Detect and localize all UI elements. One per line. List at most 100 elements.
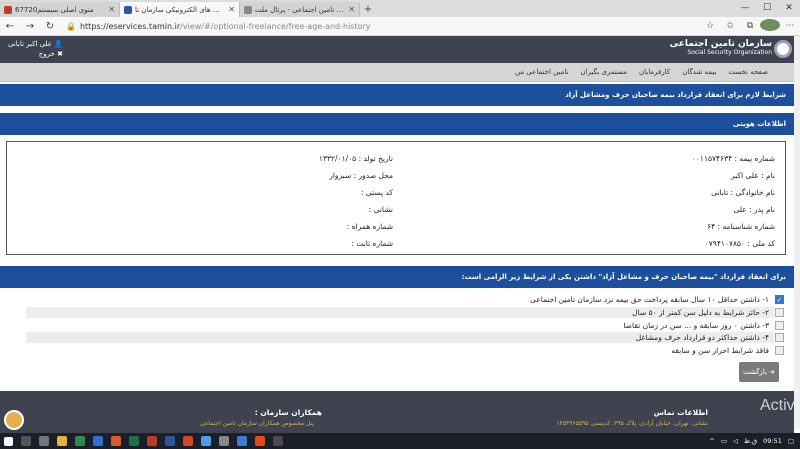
checkbox[interactable] (775, 333, 784, 342)
network-icon[interactable]: ▭ (721, 437, 727, 445)
browser-tab-3[interactable]: سازمان تامین اجتماعی - پرتال ملت ✕ (240, 2, 360, 17)
url-host: https://eservices.tamin.ir (79, 21, 181, 31)
checkbox[interactable] (775, 308, 784, 317)
more-menu-icon[interactable]: ⋯ (780, 21, 800, 31)
minimize-window-icon[interactable]: — (734, 0, 756, 17)
app-icon[interactable] (219, 436, 229, 446)
keyboard-language[interactable]: ق.ظ (744, 437, 757, 445)
address: نشانی : (368, 205, 393, 214)
browser-tabbar: منوی اصلی سیستم67720 ✕ سرویس های الکترون… (0, 0, 800, 17)
conditions-section-title: برای انعقاد قرارداد "بیمه صاحبان حرف و م… (0, 266, 794, 288)
condition-label: ۴- داشتن حداکثر دو قرارداد حرف ومشاغل (635, 333, 769, 342)
back-arrow-icon[interactable]: ← (0, 21, 20, 32)
app-icon[interactable] (255, 436, 265, 446)
close-icon: ✖ (57, 50, 63, 58)
word-icon[interactable] (165, 436, 175, 446)
phone-number: شماره ثابت : (351, 239, 393, 248)
first-name: نام : علی اکبر (731, 171, 775, 180)
condition-label: ۲- حائز شرایط به دلیل سن کمتر از ۵۰ سال (632, 308, 769, 317)
issue-place: محل صدور : سبزوار (329, 171, 393, 180)
user-box: 👤 علی اکبر تابانی ✖ خروج (8, 39, 63, 59)
tab-title: سرویس های الکترونیکی سازمان تا (135, 5, 225, 14)
edge-browser-icon[interactable] (93, 436, 103, 446)
app-icon[interactable] (237, 436, 247, 446)
site-header: 👤 علی اکبر تابانی ✖ خروج سازمان تامین اج… (0, 36, 800, 63)
menu-item-home[interactable]: صفحه نخست (728, 63, 768, 81)
close-window-icon[interactable]: ✕ (778, 0, 800, 17)
logout-link[interactable]: ✖ خروج (8, 49, 63, 59)
support-chat-icon[interactable] (4, 410, 24, 430)
contact-text: نشانی: تهران، خیابان آزادی، پلاک ۳۹۵، کد… (556, 420, 708, 427)
insurance-number: شماره بیمه : ۰۰۱۱۵۷۴۶۳۴ (691, 154, 775, 163)
tab-title: منوی اصلی سیستم67720 (15, 5, 94, 14)
org-logo-icon[interactable] (774, 40, 792, 58)
tab-favicon-icon (244, 5, 252, 14)
checkbox[interactable] (775, 346, 784, 355)
org-name-en: Social Security Organization (687, 49, 772, 56)
new-tab-button[interactable]: + (360, 2, 376, 17)
site-footer: اطلاعات تماس نشانی: تهران، خیابان آزادی،… (0, 391, 794, 433)
partners-link[interactable]: پنل مخصوص همکاران سازمان تامین اجتماعی (200, 420, 314, 427)
favorite-star-icon[interactable]: ☆ (700, 21, 720, 31)
tray-up-icon[interactable]: ^ (709, 437, 714, 445)
last-name: نام خانوادگی : تابانی (711, 188, 775, 197)
arrow-right-icon: ➔ (769, 368, 776, 376)
app-icon[interactable] (273, 436, 283, 446)
menu-item-my-tamin[interactable]: تامین اجتماعی من (515, 63, 568, 81)
forward-arrow-icon[interactable]: → (20, 21, 40, 32)
windows-start-icon[interactable] (4, 436, 13, 446)
browser-tab-1[interactable]: منوی اصلی سیستم67720 ✕ (0, 2, 120, 17)
id-number: شماره شناسنامه : ۶۴ (707, 222, 775, 231)
org-logo-text: سازمان تامین اجتماعی Social Security Org… (670, 39, 772, 56)
close-tab-icon[interactable]: ✕ (108, 5, 115, 14)
condition-item-5[interactable]: فاقد شرایط احراز سن و سابقه (671, 345, 784, 356)
page-scrollbar[interactable] (794, 36, 800, 429)
postal-code: کد پستی : (360, 188, 393, 197)
os-taskbar: ^ ▭ ◁ ق.ظ 09:51 ▢ (0, 433, 800, 449)
address-bar[interactable]: 🔒 https://eservices.tamin.ir/view/#/opti… (66, 19, 626, 34)
tab-title: سازمان تامین اجتماعی - پرتال ملت (255, 5, 345, 14)
app-icon[interactable] (111, 436, 121, 446)
condition-item-1[interactable]: ✓ ۱- داشتن حداقل ۱۰ سال سابقه پرداخت حق … (530, 294, 784, 305)
condition-label: فاقد شرایط احراز سن و سابقه (671, 346, 769, 355)
page-title: شرایط لازم برای انعقاد قرارداد بیمه صاحب… (0, 84, 794, 106)
tab-favicon-icon (124, 5, 132, 14)
notifications-icon[interactable]: ▢ (788, 437, 794, 445)
org-name-fa: سازمان تامین اجتماعی (669, 39, 772, 49)
powerpoint-icon[interactable] (183, 436, 193, 446)
condition-item-4[interactable]: ۴- داشتن حداکثر دو قرارداد حرف ومشاغل (636, 332, 784, 343)
clock[interactable]: 09:51 (763, 437, 782, 445)
browser-toolbar: ← → ↻ 🔒 https://eservices.tamin.ir/view/… (0, 17, 800, 36)
close-tab-icon[interactable]: ✕ (228, 5, 235, 14)
condition-item-2[interactable]: ۲- حائز شرایط به دلیل سن کمتر از ۵۰ سال (632, 307, 784, 318)
app-icon[interactable] (201, 436, 211, 446)
collections-icon[interactable]: ⧉ (740, 21, 760, 31)
favorites-icon[interactable]: ✩ (720, 21, 740, 31)
mobile-number: شماره همراه : (346, 222, 393, 231)
activation-watermark: Activ (760, 397, 795, 414)
app-icon[interactable] (75, 436, 85, 446)
search-icon[interactable] (21, 436, 31, 446)
menu-item-employers[interactable]: کارفرمایان (639, 63, 670, 81)
partners-title: همکاران سازمان : (254, 408, 322, 417)
menu-item-insured[interactable]: بیمه شدگان (682, 63, 716, 81)
volume-icon[interactable]: ◁ (733, 437, 738, 445)
user-name[interactable]: 👤 علی اکبر تابانی (8, 39, 63, 49)
checkbox-checked-icon[interactable]: ✓ (775, 295, 784, 304)
refresh-icon[interactable]: ↻ (40, 21, 60, 32)
national-code: کد ملی : ۰۷۹۴۱۰۷۸۵۰ (704, 239, 775, 248)
app-icon[interactable] (147, 436, 157, 446)
menu-item-pensioners[interactable]: مستمری بگیران (580, 63, 627, 81)
browser-tab-2[interactable]: سرویس های الکترونیکی سازمان تا ✕ (120, 2, 240, 17)
account-avatar-icon[interactable] (760, 18, 780, 34)
maximize-window-icon[interactable]: ☐ (756, 0, 778, 17)
condition-item-3[interactable]: ۳- داشتن ۰ روز سابقه و ... سن در زمان تق… (623, 320, 784, 331)
condition-label: ۳- داشتن ۰ روز سابقه و ... سن در زمان تق… (623, 321, 769, 330)
url-path: /view/#/optional-freelance/free-age-and-… (180, 21, 371, 31)
file-explorer-icon[interactable] (57, 436, 67, 446)
excel-icon[interactable] (129, 436, 139, 446)
checkbox[interactable] (775, 321, 784, 330)
task-view-icon[interactable] (39, 436, 49, 446)
close-tab-icon[interactable]: ✕ (348, 5, 355, 14)
back-button[interactable]: ➔ بازگشت (739, 362, 779, 382)
